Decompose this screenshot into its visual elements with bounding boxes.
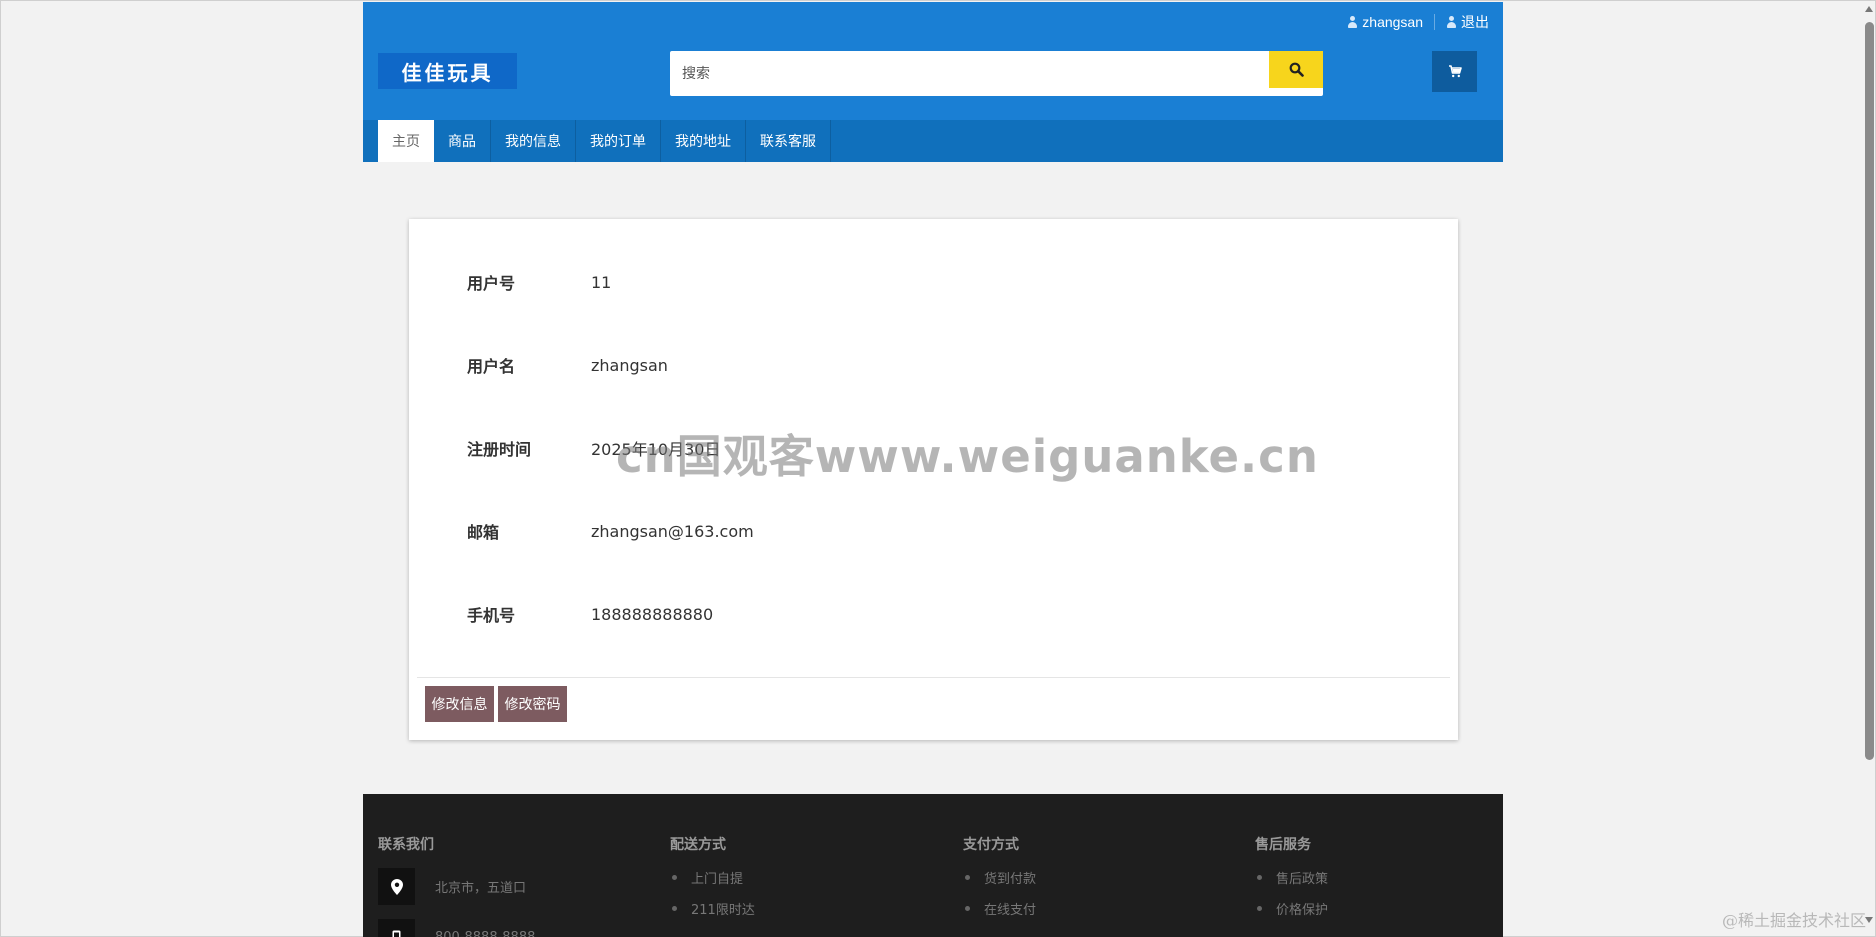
cart-button[interactable] bbox=[1432, 51, 1477, 92]
user-icon bbox=[1347, 16, 1358, 28]
bullet-icon bbox=[672, 875, 677, 880]
search-bar bbox=[670, 51, 1323, 96]
credit-watermark: @稀土掘金技术社区 bbox=[1721, 911, 1866, 930]
nav-item-products[interactable]: 商品 bbox=[434, 120, 491, 162]
cart-icon bbox=[1448, 65, 1462, 78]
change-password-button[interactable]: 修改密码 bbox=[498, 686, 567, 722]
username-link[interactable]: zhangsan bbox=[1347, 14, 1423, 30]
footer-col-aftersale: 售后服务 售后政策 价格保护 bbox=[1255, 834, 1328, 930]
scroll-up-arrow-icon[interactable] bbox=[1865, 6, 1873, 12]
nav-item-my-address[interactable]: 我的地址 bbox=[661, 120, 746, 162]
footer-phone: 800-8888-8888 bbox=[378, 919, 535, 937]
nav-item-home[interactable]: 主页 bbox=[378, 120, 434, 162]
bullet-icon bbox=[965, 906, 970, 911]
footer-heading: 联系我们 bbox=[378, 837, 434, 853]
footer-col-payment: 支付方式 货到付款 在线支付 bbox=[963, 834, 1036, 930]
footer-link-label: 上门自提 bbox=[691, 872, 744, 887]
field-value: 188888888880 bbox=[591, 604, 714, 624]
search-icon bbox=[1289, 62, 1304, 77]
card-divider bbox=[417, 677, 1450, 678]
footer-link-label: 在线支付 bbox=[984, 903, 1037, 918]
site-footer: 联系我们 北京市，五道口 800-8888-8888 配送方式 上门自提 211… bbox=[363, 794, 1503, 937]
user-icon bbox=[1446, 16, 1457, 28]
footer-heading: 售后服务 bbox=[1255, 837, 1311, 853]
field-label: 用户名 bbox=[467, 357, 516, 376]
footer-heading: 配送方式 bbox=[670, 837, 726, 853]
field-label: 用户号 bbox=[467, 274, 516, 293]
bullet-icon bbox=[965, 875, 970, 880]
footer-link[interactable]: 货到付款 bbox=[963, 868, 1036, 887]
profile-row-email: 邮箱 zhangsan@163.com bbox=[467, 519, 754, 543]
field-value: zhangsan@163.com bbox=[591, 521, 754, 541]
top-user-bar: zhangsan 退出 bbox=[1347, 12, 1489, 32]
footer-link-label: 价格保护 bbox=[1276, 903, 1329, 918]
footer-address: 北京市，五道口 bbox=[378, 868, 535, 905]
footer-link[interactable]: 价格保护 bbox=[1255, 899, 1328, 918]
footer-link[interactable]: 211限时达 bbox=[670, 899, 755, 918]
site-logo[interactable]: 佳佳玩具 bbox=[378, 53, 517, 89]
field-label: 手机号 bbox=[467, 606, 516, 625]
main-nav: 主页 商品 我的信息 我的订单 我的地址 联系客服 bbox=[363, 120, 1503, 162]
logout-label: 退出 bbox=[1461, 14, 1489, 30]
bullet-icon bbox=[1257, 875, 1262, 880]
profile-row-phone: 手机号 188888888880 bbox=[467, 602, 713, 626]
profile-row-username: 用户名 zhangsan bbox=[467, 353, 668, 377]
footer-link[interactable]: 在线支付 bbox=[963, 899, 1036, 918]
bullet-icon bbox=[672, 906, 677, 911]
field-label: 邮箱 bbox=[467, 523, 500, 542]
site-header: zhangsan 退出 佳佳玩具 搜索 主页 商品 我的信息 我的订单 我的地址… bbox=[363, 2, 1503, 162]
nav-item-contact-service[interactable]: 联系客服 bbox=[746, 120, 831, 162]
map-marker-icon bbox=[378, 868, 415, 905]
field-label: 注册时间 bbox=[467, 440, 532, 459]
edit-info-button[interactable]: 修改信息 bbox=[425, 686, 494, 722]
footer-link-label: 售后政策 bbox=[1276, 872, 1329, 887]
footer-heading: 支付方式 bbox=[963, 837, 1019, 853]
field-value: zhangsan bbox=[591, 355, 668, 375]
logout-link[interactable]: 退出 bbox=[1446, 12, 1489, 32]
username-label: zhangsan bbox=[1362, 14, 1423, 30]
watermark-text: cn国观客www.weiguanke.cn bbox=[616, 430, 1319, 483]
mobile-phone-icon bbox=[378, 919, 415, 937]
footer-link[interactable]: 售后政策 bbox=[1255, 868, 1328, 887]
topbar-divider bbox=[1434, 14, 1435, 30]
scroll-down-arrow-icon[interactable] bbox=[1865, 917, 1873, 923]
search-button[interactable] bbox=[1269, 51, 1323, 88]
footer-link-label: 211限时达 bbox=[691, 903, 755, 918]
footer-col-delivery: 配送方式 上门自提 211限时达 bbox=[670, 834, 755, 930]
footer-link-label: 货到付款 bbox=[984, 872, 1037, 887]
nav-item-my-info[interactable]: 我的信息 bbox=[491, 120, 576, 162]
search-input[interactable] bbox=[670, 51, 1269, 96]
bullet-icon bbox=[1257, 906, 1262, 911]
page-container: zhangsan 退出 佳佳玩具 搜索 主页 商品 我的信息 我的订单 我的地址… bbox=[363, 2, 1503, 162]
address-text: 北京市，五道口 bbox=[435, 881, 527, 896]
field-value: 11 bbox=[591, 272, 612, 292]
phone-text: 800-8888-8888 bbox=[435, 930, 535, 937]
footer-link[interactable]: 上门自提 bbox=[670, 868, 755, 887]
nav-item-my-orders[interactable]: 我的订单 bbox=[576, 120, 661, 162]
profile-row-user-id: 用户号 11 bbox=[467, 270, 611, 294]
footer-col-contact: 联系我们 北京市，五道口 800-8888-8888 bbox=[378, 834, 535, 937]
vertical-scrollbar-thumb[interactable] bbox=[1865, 22, 1874, 760]
